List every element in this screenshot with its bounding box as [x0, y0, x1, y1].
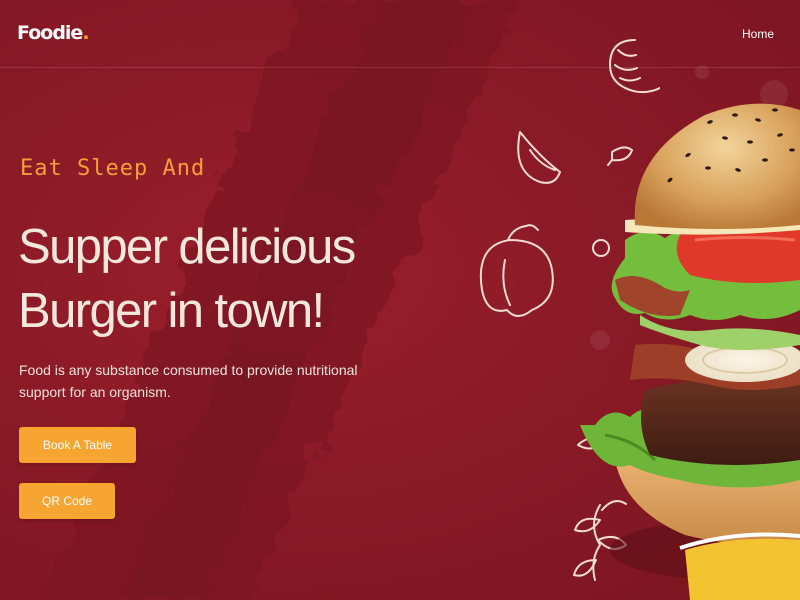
- pepper-doodle-icon: [479, 224, 554, 317]
- site-header: Foodie. Home: [0, 0, 800, 68]
- headline-line-1: Supper delicious: [18, 220, 356, 274]
- hero-tagline: Eat Sleep And: [20, 156, 206, 181]
- logo-text: Foodie: [17, 22, 83, 44]
- nav-link-home[interactable]: Home: [742, 27, 774, 41]
- headline-line-2: Burger in town!: [18, 284, 325, 338]
- book-a-table-button[interactable]: Book A Table: [19, 427, 136, 463]
- burger-image: [580, 103, 800, 600]
- hero-page: Foodie. Home Eat Sleep And Supper delici…: [0, 0, 800, 600]
- logo[interactable]: Foodie.: [17, 22, 90, 44]
- logo-dot: .: [82, 22, 89, 44]
- hero-description: Food is any substance consumed to provid…: [19, 362, 358, 400]
- qr-code-button[interactable]: QR Code: [19, 483, 115, 519]
- garlic-doodle-icon: [517, 131, 561, 184]
- hero-headline: Supper delicious Burger in town!: [18, 215, 438, 343]
